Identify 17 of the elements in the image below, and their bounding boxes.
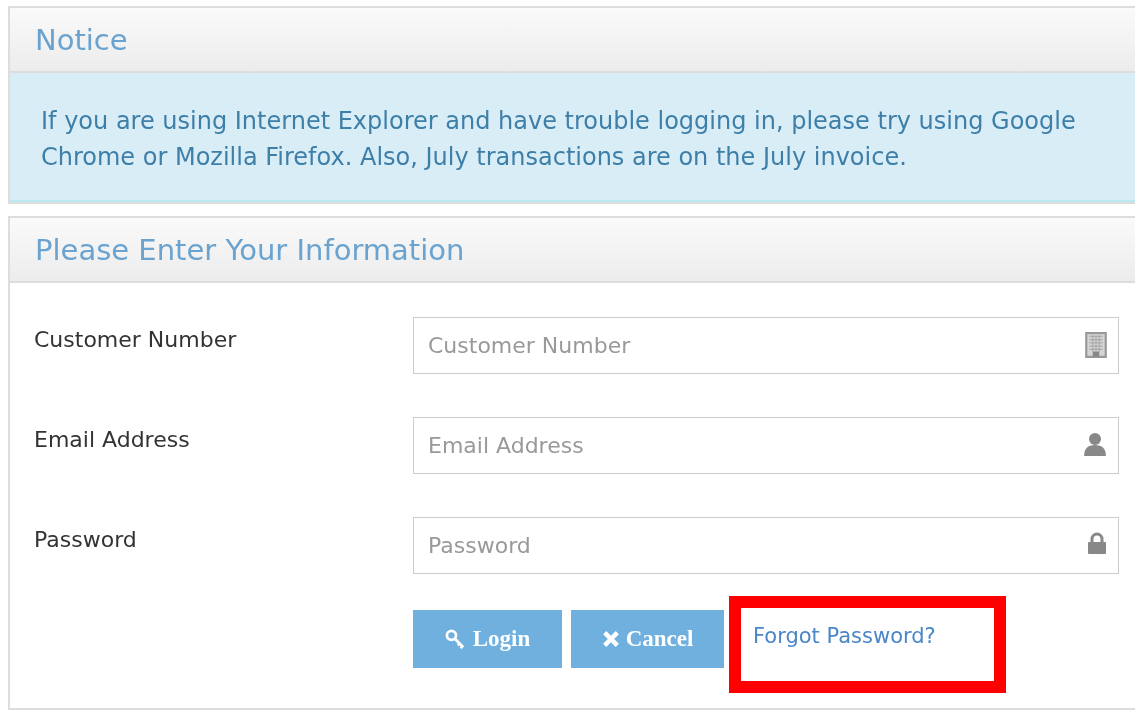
field-label: Customer Number <box>34 326 238 352</box>
user-icon <box>1083 432 1107 456</box>
input-field[interactable]: Password <box>413 517 1119 574</box>
input-field[interactable]: Customer Number <box>413 317 1119 374</box>
forgot-password-link[interactable]: Forgot Password? <box>753 624 936 648</box>
panel-title: Please Enter Your Information <box>35 232 465 267</box>
input-field[interactable]: Email Address <box>413 417 1119 474</box>
panel-title: Notice <box>35 22 128 57</box>
notice-text: If you are using Internet Explorer and have trouble logging in, please try using Google Chrome or Mozilla Firefox. Also, July transactions are on the July invoice. <box>41 106 1077 173</box>
cancel-button[interactable]: Cancel <box>571 610 724 668</box>
key-icon <box>444 629 467 649</box>
building-icon <box>1085 332 1107 358</box>
close-icon <box>601 630 620 648</box>
login-button[interactable]: Login <box>413 610 562 668</box>
field-label: Email Address <box>34 426 191 452</box>
field-label: Password <box>34 526 138 552</box>
lock-icon <box>1087 532 1107 554</box>
